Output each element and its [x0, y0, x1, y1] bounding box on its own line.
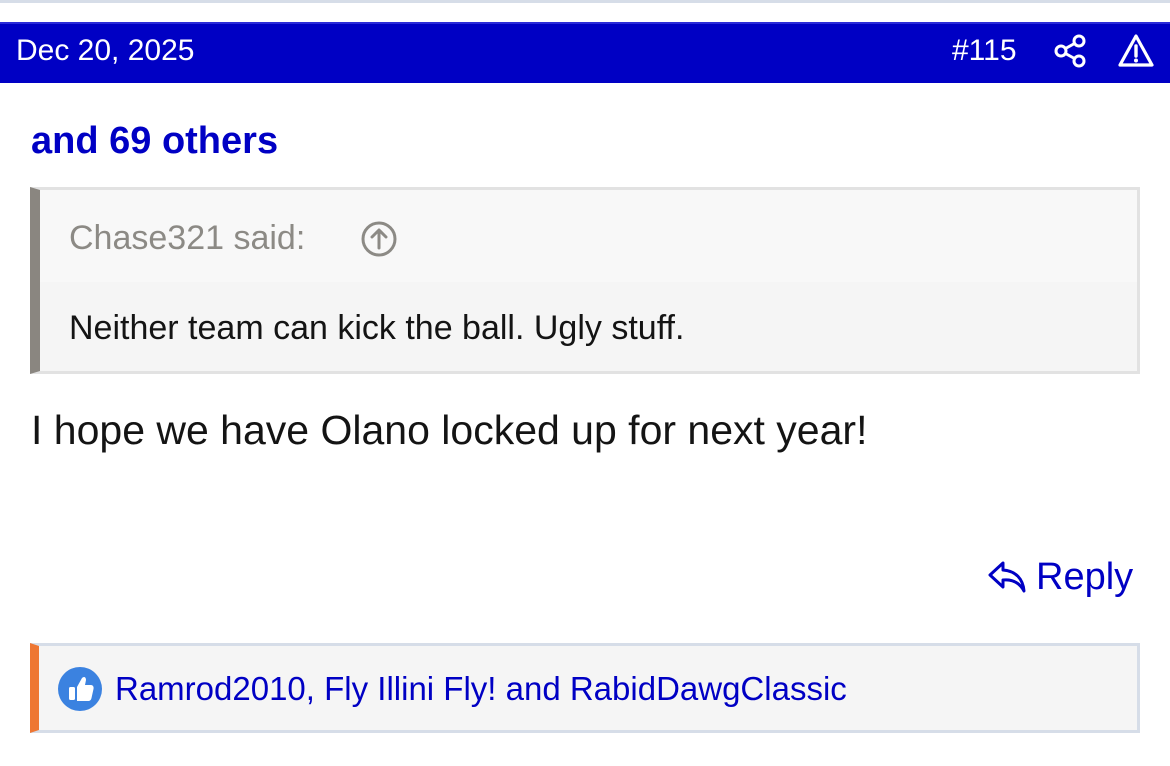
reactions-others-link[interactable]: and 69 others	[31, 119, 278, 163]
reply-button[interactable]: Reply	[986, 554, 1133, 600]
post-date[interactable]: Dec 20, 2025	[16, 34, 194, 68]
top-divider	[0, 0, 1170, 3]
post-body-text: I hope we have Olano locked up for next …	[31, 407, 868, 453]
warning-triangle-icon[interactable]	[1117, 32, 1155, 70]
reply-arrow-icon	[988, 561, 1026, 593]
quote-block: Chase321 said: Neither team can kick the…	[30, 187, 1140, 374]
reactions-bar: Ramrod2010, Fly Illini Fly! and RabidDaw…	[30, 643, 1140, 733]
arrow-up-circle-icon[interactable]	[360, 220, 398, 258]
reactions-users-link[interactable]: Ramrod2010, Fly Illini Fly! and RabidDaw…	[115, 669, 847, 709]
share-icon[interactable]	[1052, 33, 1088, 69]
thumbs-up-icon	[58, 667, 102, 711]
quote-author[interactable]: Chase321 said:	[69, 218, 305, 258]
quote-header: Chase321 said:	[40, 190, 1137, 282]
post-header: Dec 20, 2025 #115	[0, 22, 1170, 83]
post-number[interactable]: #115	[952, 34, 1017, 68]
reply-label: Reply	[1036, 556, 1134, 598]
quote-text: Neither team can kick the ball. Ugly stu…	[69, 309, 685, 347]
